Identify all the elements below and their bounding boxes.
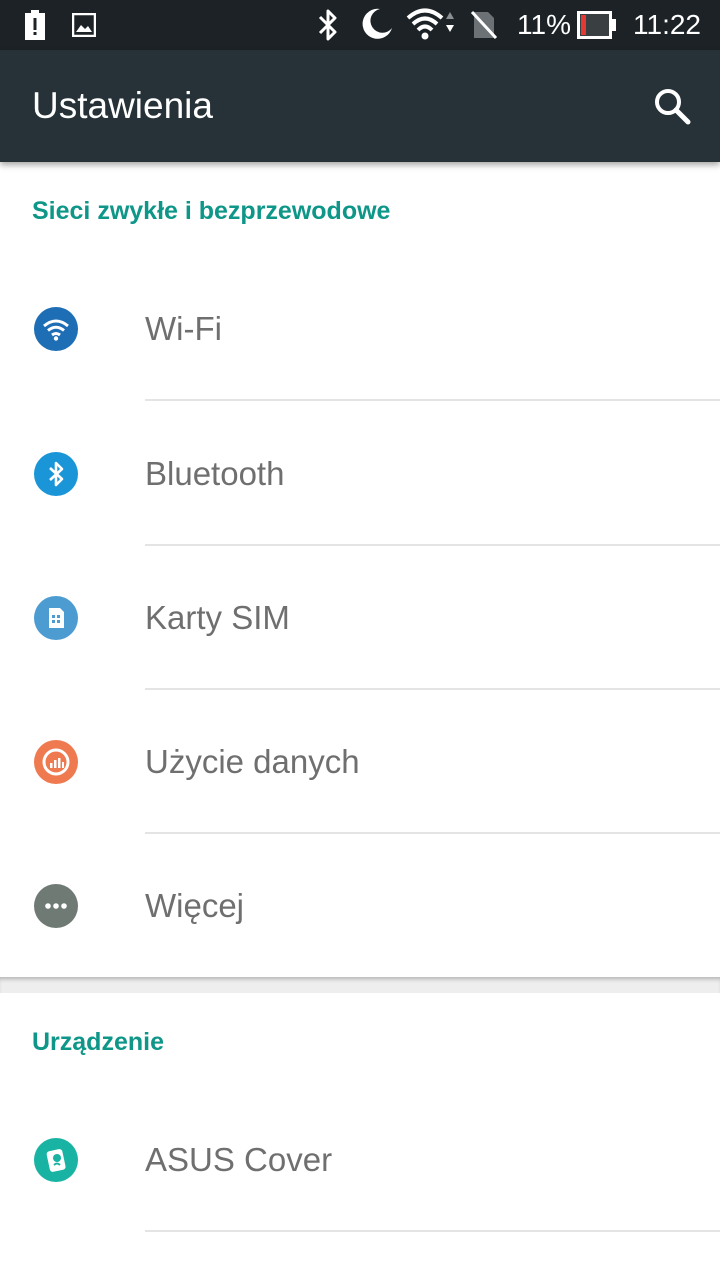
settings-item-bluetooth[interactable]: Bluetooth (0, 402, 720, 546)
settings-item-sim-cards[interactable]: Karty SIM (0, 546, 720, 690)
app-bar: Ustawienia (0, 50, 720, 162)
clock: 11:22 (633, 9, 701, 40)
wifi-icon (406, 7, 456, 46)
settings-list: Sieci zwykłe i bezprzewodowe Wi-Fi Bluet… (0, 162, 720, 1280)
no-sim-icon (470, 10, 498, 45)
section-header: Urządzenie (32, 1028, 164, 1056)
divider (145, 399, 720, 401)
moon-icon (358, 6, 394, 47)
wifi-icon (34, 307, 78, 351)
alert-battery-icon (24, 10, 46, 45)
more-icon (34, 884, 78, 928)
status-bar: 11% 11:22 (0, 0, 720, 50)
asus-cover-icon (34, 1138, 78, 1182)
item-label: Bluetooth (145, 455, 285, 492)
section-header: Sieci zwykłe i bezprzewodowe (32, 197, 391, 225)
item-label: ASUS Cover (145, 1141, 333, 1178)
item-label: Użycie danych (145, 743, 360, 780)
bluetooth-icon (34, 452, 78, 496)
image-icon (71, 12, 97, 42)
search-button[interactable] (648, 82, 696, 130)
data-usage-icon (34, 740, 78, 784)
settings-item-more[interactable]: Więcej (0, 834, 720, 978)
item-label: Karty SIM (145, 599, 290, 636)
sim-card-icon (34, 596, 78, 640)
bluetooth-icon (316, 8, 340, 47)
battery-icon (577, 11, 617, 44)
search-icon (648, 89, 696, 134)
item-label: Więcej (145, 887, 245, 924)
settings-item-wifi[interactable]: Wi-Fi (0, 257, 720, 401)
section-device: Urządzenie ASUS Cover (0, 993, 720, 1280)
section-separator (0, 977, 720, 993)
battery-percent: 11% (517, 9, 571, 40)
item-label: Wi-Fi (145, 310, 222, 347)
settings-item-asus-cover[interactable]: ASUS Cover (0, 1088, 720, 1232)
divider (145, 1230, 720, 1232)
settings-item-data-usage[interactable]: Użycie danych (0, 690, 720, 834)
section-wireless-networks: Sieci zwykłe i bezprzewodowe Wi-Fi Bluet… (0, 162, 720, 977)
page-title: Ustawienia (32, 85, 213, 126)
